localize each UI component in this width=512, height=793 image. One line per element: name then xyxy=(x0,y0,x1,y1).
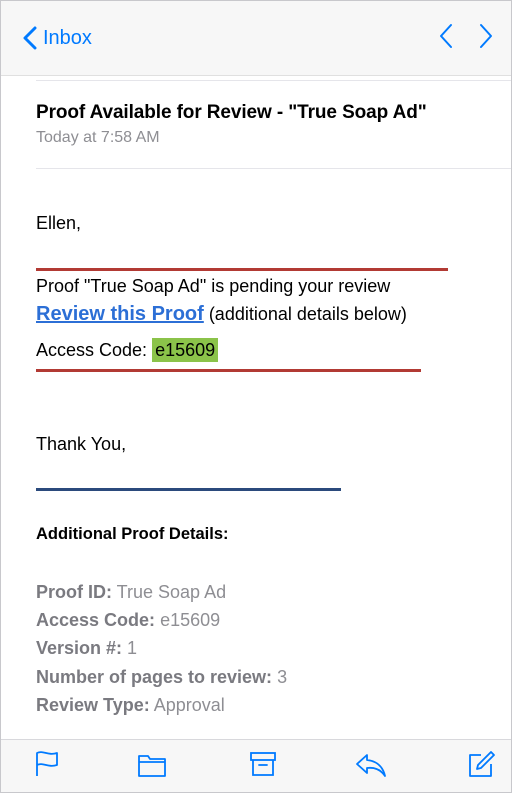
flag-icon[interactable] xyxy=(34,750,60,783)
navigation-bar: Inbox xyxy=(1,1,511,76)
detail-pages: Number of pages to review: 3 xyxy=(36,667,288,687)
access-code-label: Access Code: xyxy=(36,340,153,360)
closing: Thank You, xyxy=(36,434,127,454)
greeting: Ellen, xyxy=(36,213,82,233)
red-divider-top xyxy=(36,268,448,271)
message-navigation xyxy=(439,23,493,54)
header-divider xyxy=(36,168,511,169)
access-code-value: e15609 xyxy=(152,338,219,362)
review-line: Review this Proof (additional details be… xyxy=(36,303,407,326)
detail-access-code: Access Code: e15609 xyxy=(36,610,221,630)
email-date: Today at 7:58 AM xyxy=(36,129,160,146)
detail-proof-id: Proof ID: True Soap Ad xyxy=(36,582,227,602)
chevron-right-icon xyxy=(480,24,492,48)
chevron-left-icon xyxy=(440,24,452,48)
divider xyxy=(36,80,511,81)
folder-icon[interactable] xyxy=(137,752,167,783)
pending-line: Proof "True Soap Ad" is pending your rev… xyxy=(36,276,391,296)
chevron-left-icon xyxy=(23,26,37,50)
back-to-inbox-button[interactable]: Inbox xyxy=(23,21,92,55)
red-divider-bottom xyxy=(36,369,421,372)
compose-icon[interactable] xyxy=(467,750,495,783)
detail-version: Version #: 1 xyxy=(36,638,138,658)
email-subject: Proof Available for Review - "True Soap … xyxy=(36,102,427,123)
previous-message-button[interactable] xyxy=(439,23,453,54)
archive-icon[interactable] xyxy=(249,750,277,783)
next-message-button[interactable] xyxy=(479,23,493,54)
detail-review-type: Review Type: Approval xyxy=(36,695,225,715)
review-proof-link[interactable]: Review this Proof xyxy=(36,303,204,325)
bottom-toolbar xyxy=(1,739,511,792)
details-title: Additional Proof Details: xyxy=(36,525,229,543)
back-label: Inbox xyxy=(43,26,92,49)
mail-window: Inbox Proof Available for Review - "True… xyxy=(0,0,512,793)
review-suffix: (additional details below) xyxy=(203,304,407,324)
access-code-line: Access Code: e15609 xyxy=(36,338,219,362)
reply-icon[interactable] xyxy=(355,752,387,783)
signature-divider xyxy=(36,488,341,491)
